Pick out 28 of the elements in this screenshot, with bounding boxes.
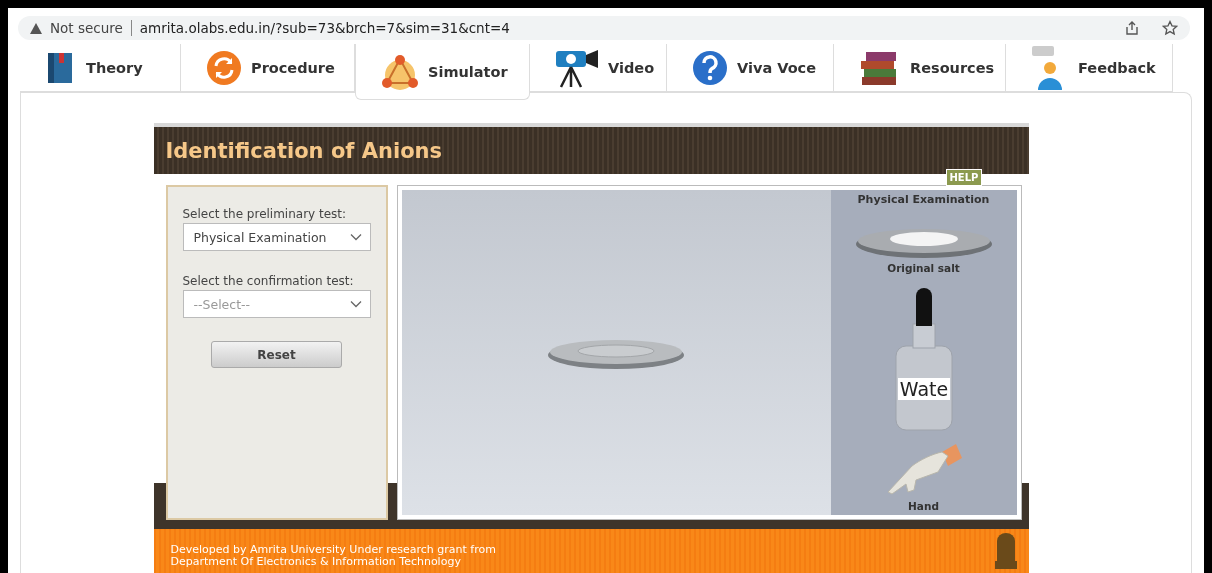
star-icon[interactable] [1162,20,1178,36]
tab[interactable]: Resources [834,44,1006,92]
url-text[interactable]: amrita.olabs.edu.in/?sub=73&brch=7&sim=31&cnt=4 [139,20,510,36]
tray-title: Physical Examination [857,193,990,206]
footer-text: Developed by Amrita University Under research grant from Department Of Electronics & Information Technology [170,544,496,568]
question-icon [691,48,729,87]
simulator-title: Identification of Anions [165,138,443,163]
item-label: Hand [908,500,939,512]
bottle-label: Wate [899,378,948,400]
security-label[interactable]: Not secure [50,20,123,36]
chevron-down-icon [349,233,362,241]
tab[interactable]: Video [530,44,667,92]
test-dropdown[interactable]: Physical Examination [182,223,371,251]
share-icon[interactable] [1124,20,1140,36]
tab[interactable]: Feedback [1006,44,1173,92]
select-label: Select the confirmation test: [182,274,355,288]
tab[interactable]: Simulator [355,44,530,100]
item-label: Original salt [887,262,960,274]
tab[interactable]: Viva Voce [667,44,834,92]
tab[interactable]: Procedure [181,44,355,92]
select-label: Select the preliminary test: [182,207,348,221]
reset-button[interactable]: Reset [211,341,342,368]
tab[interactable]: Theory [20,44,181,92]
refresh-icon [205,48,243,87]
chevron-down-icon [349,300,362,308]
dropper-bottle[interactable] [895,288,952,431]
warning-icon [30,22,42,34]
molecule-icon [380,52,420,91]
